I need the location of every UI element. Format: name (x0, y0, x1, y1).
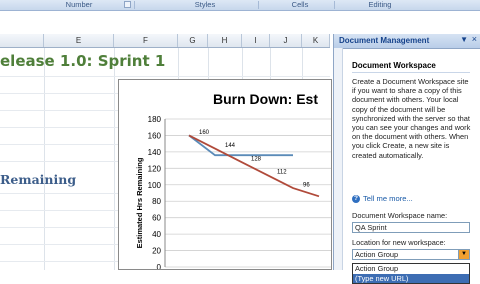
ribbon-separator (334, 1, 335, 9)
column-header-f[interactable]: F (114, 34, 178, 47)
y-tick-label: 80 (152, 197, 161, 206)
location-label: Location for new workspace: (352, 238, 446, 247)
series-line-1 (188, 134, 320, 198)
y-tick-label: 20 (152, 247, 161, 256)
pane-scrollbar[interactable] (334, 48, 343, 270)
data-label: 128 (251, 156, 262, 162)
workspace-description: Create a Document Workspace site if you … (352, 77, 471, 160)
column-header-i[interactable]: I (242, 34, 270, 47)
location-options-list[interactable]: Action Group (Type new URL) (352, 263, 470, 284)
help-icon: ? (352, 195, 360, 203)
pane-body: Document Workspace Create a Document Wor… (344, 48, 478, 284)
data-label: 160 (199, 130, 210, 136)
ribbon-group-cells: Cells (291, 0, 309, 9)
chart-svg: Burn Down: Est Estimated Hrs Remaining 0 20… (135, 91, 331, 269)
workspace-name-input[interactable]: QA Sprint (352, 222, 470, 233)
column-header-g[interactable]: G (178, 34, 208, 47)
column-header-e[interactable]: E (44, 34, 114, 47)
grid-line (44, 48, 45, 270)
workspace-name-label: Document Workspace name: (352, 211, 448, 220)
grid-line (0, 76, 330, 77)
data-label: 144 (225, 143, 236, 149)
location-option[interactable]: Action Group (353, 264, 469, 274)
data-label: 96 (303, 183, 310, 189)
close-icon[interactable]: × (472, 34, 477, 44)
location-option[interactable]: (Type new URL) (353, 273, 469, 283)
column-header-j[interactable]: J (270, 34, 302, 47)
ribbon-group-styles: Styles (194, 0, 216, 9)
grid-line (114, 48, 115, 270)
y-tick-label: 100 (148, 181, 162, 190)
location-select[interactable]: Action Group ▼ (352, 249, 470, 260)
sheet-title-cell[interactable]: elease 1.0: Sprint 1 (0, 52, 165, 70)
ribbon-separator (258, 1, 259, 9)
y-tick-label: 140 (148, 148, 162, 157)
y-tick-label: 60 (152, 214, 161, 223)
chart-title: Burn Down: Est (213, 91, 318, 107)
tell-me-more-link[interactable]: ? Tell me more... (352, 194, 413, 203)
y-tick-label: 160 (148, 131, 162, 140)
ribbon-group-number: Number (65, 0, 93, 9)
y-tick-label: 120 (148, 164, 162, 173)
workspace-heading: Document Workspace (352, 61, 436, 70)
number-dialog-launcher-icon[interactable] (124, 1, 131, 8)
y-tick-label: 40 (152, 230, 161, 239)
heading-divider (352, 72, 470, 73)
pane-options-dropdown-icon[interactable]: ▼ (460, 35, 468, 44)
pane-header: Document Management ▼ × (334, 34, 480, 49)
document-management-pane: Document Management ▼ × Document Workspa… (333, 34, 480, 284)
y-tick-label: 180 (148, 115, 162, 124)
remaining-label-cell[interactable]: Remaining (0, 172, 76, 187)
column-header-k[interactable]: K (302, 34, 330, 47)
location-select-value: Action Group (355, 250, 399, 259)
pane-title: Document Management (339, 36, 430, 45)
y-axis-label: Estimated Hrs Remaining (135, 157, 144, 248)
ribbon-group-editing: Editing (368, 0, 392, 9)
burn-down-chart[interactable]: Burn Down: Est Estimated Hrs Remaining 0 20… (118, 79, 332, 270)
ribbon-separator (134, 1, 135, 9)
column-header-h[interactable]: H (208, 34, 242, 47)
column-header-row: E F G H I J K (0, 34, 330, 48)
data-label: 112 (277, 169, 287, 175)
column-header-blank[interactable] (0, 34, 44, 47)
ribbon-group-strip: Number Styles Cells Editing (0, 0, 480, 11)
chevron-down-icon[interactable]: ▼ (458, 250, 469, 259)
y-tick-label: 0 (157, 263, 162, 269)
tell-me-more-label: Tell me more... (363, 194, 413, 203)
